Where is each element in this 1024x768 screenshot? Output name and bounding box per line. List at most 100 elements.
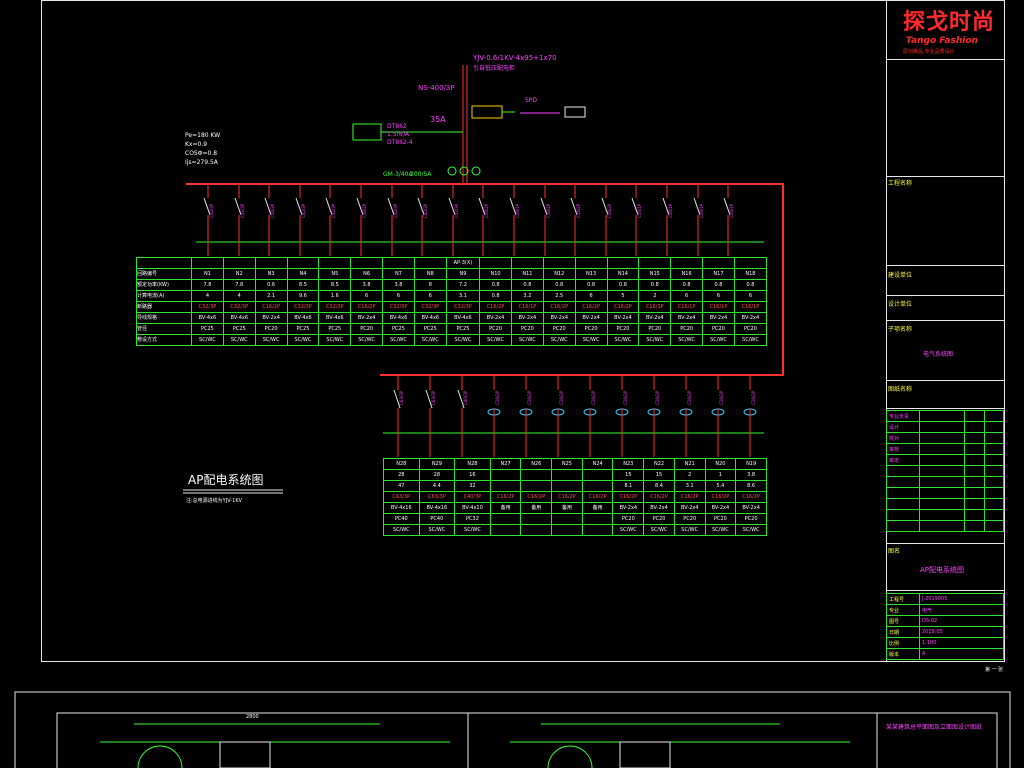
diagram-title: AP配电系统图: [188, 473, 264, 487]
lower-branch-breaker: C16/2P: [719, 390, 724, 405]
table-cell: [581, 513, 614, 525]
lower-branch: C16/2P: [647, 375, 661, 457]
table-cell: 9.6: [286, 290, 320, 302]
table-cell: BV-2x4: [542, 312, 576, 324]
table-cell: 备用: [520, 502, 553, 514]
table-cell: 6: [702, 290, 735, 302]
table-cell: PC32: [454, 513, 491, 525]
lower-branch-breaker: C16/2P: [559, 390, 564, 405]
table-cell: SC/WC: [350, 334, 384, 346]
table-cell: 7.2: [445, 279, 481, 291]
table-cell: C16/2P: [612, 491, 645, 503]
table-cell: 16: [454, 469, 491, 481]
table-cell: 备用: [581, 502, 614, 514]
diagram-note: 注:总电源进线为YJV-1KV: [186, 498, 243, 504]
table-cell: 0.8: [702, 279, 735, 291]
table-cell: BV-2x4: [704, 502, 737, 514]
table-cell: PC20: [702, 323, 735, 335]
table-cell: C16/1P: [638, 301, 672, 313]
table-cell: 0.8: [733, 279, 768, 291]
upper-branch: C32/3P: [417, 184, 428, 256]
table-cell: SC/WC: [445, 334, 481, 346]
table-cell: N15: [638, 268, 672, 280]
table-cell: BV-2x4: [606, 312, 640, 324]
table-cell: BV-2x4: [673, 502, 706, 514]
table-cell: N10: [479, 268, 512, 280]
main-breaker-label: NS-400/3P: [418, 84, 455, 92]
table-cell: PC20: [670, 323, 704, 335]
table-cell: AP-3(X): [445, 257, 481, 269]
table-cell: [489, 513, 522, 525]
table-cell: [350, 257, 384, 269]
main-current-label: 35A: [430, 115, 446, 124]
meter-sub-label: 1.5(6)A: [387, 131, 410, 138]
table-cell: C40/3P: [454, 491, 491, 503]
table-cell: SC/WC: [643, 524, 675, 536]
table-cell: 8.5: [318, 279, 352, 291]
table-cell: [479, 257, 512, 269]
table-cell: PC20: [643, 513, 675, 525]
table-cell: C16/2P: [643, 491, 675, 503]
table-cell: N25: [551, 458, 583, 470]
table-cell: C32/3P: [222, 301, 256, 313]
lower-branch: C16/2P: [743, 375, 757, 457]
table-cell: C16/2P: [574, 301, 608, 313]
table-cell: PC20: [673, 513, 706, 525]
table-cell: N6: [350, 268, 384, 280]
table-cell: 1.6: [318, 290, 352, 302]
table-cell: 0.8: [479, 279, 512, 291]
table-cell: SC/WC: [510, 334, 544, 346]
table-cell: 15: [612, 469, 645, 481]
table-cell: [136, 257, 192, 269]
meter-label: DT862: [387, 123, 407, 130]
upper-branch-breaker: C16/1P: [729, 203, 734, 218]
table-cell: BV-4x16: [418, 502, 456, 514]
table-cell: SC/WC: [606, 334, 640, 346]
table-cell: 0.8: [670, 279, 704, 291]
table-cell: 47: [383, 480, 420, 492]
table-cell: PC40: [418, 513, 456, 525]
table-cell: PC20: [638, 323, 672, 335]
upper-branch: C16/1P: [509, 184, 520, 256]
table-cell: N19: [735, 458, 767, 470]
table-cell: BV-4x6: [222, 312, 256, 324]
lower-branch: C16/2P: [615, 375, 629, 457]
upper-branch-breaker: C16/1P: [699, 203, 704, 218]
lower-branch-breaker: C16/2P: [591, 390, 596, 405]
table-cell: [581, 524, 614, 536]
table-cell: SC/WC: [574, 334, 608, 346]
lower-branch-breaker: C16/2P: [623, 390, 628, 405]
table-cell: BV-4x6: [286, 312, 320, 324]
table-cell: N13: [574, 268, 608, 280]
upper-branch-breaker: C32/3P: [240, 203, 245, 218]
table-cell: BV-2x4: [479, 312, 512, 324]
table-cell: PC25: [286, 323, 320, 335]
table-cell: [581, 480, 614, 492]
table-cell: BV-2x4: [643, 502, 675, 514]
table-cell: N17: [702, 268, 735, 280]
table-cell: C32/3P: [318, 301, 352, 313]
table-cell: 0.8: [638, 279, 672, 291]
table-cell: PC25: [318, 323, 352, 335]
table-cell: SC/WC: [454, 524, 491, 536]
table-cell: 3.8: [382, 279, 415, 291]
table-cell: SC/WC: [413, 334, 447, 346]
upper-branch-breaker: C16/2P: [546, 203, 551, 218]
bottom-sheet-dim: 2800: [246, 714, 259, 720]
table-cell: PC25: [191, 323, 224, 335]
table-cell: 4: [191, 290, 224, 302]
table-cell: PC20: [733, 323, 768, 335]
table-cell: N2: [222, 268, 256, 280]
table-cell: C16/2P: [581, 491, 614, 503]
table-cell: [382, 257, 415, 269]
table-cell: [606, 257, 640, 269]
table-cell: PC25: [413, 323, 447, 335]
ct-ratio-label: 200/5A: [410, 171, 432, 178]
table-cell: BV-2x4: [702, 312, 735, 324]
upper-branch: C16/2P: [356, 184, 367, 256]
lower-branch-breaker: C16/2P: [751, 390, 756, 405]
table-cell: N3: [254, 268, 288, 280]
table-cell: C16/2P: [551, 491, 583, 503]
table-cell: 计算电流(A): [136, 290, 192, 302]
table-cell: PC25: [382, 323, 415, 335]
